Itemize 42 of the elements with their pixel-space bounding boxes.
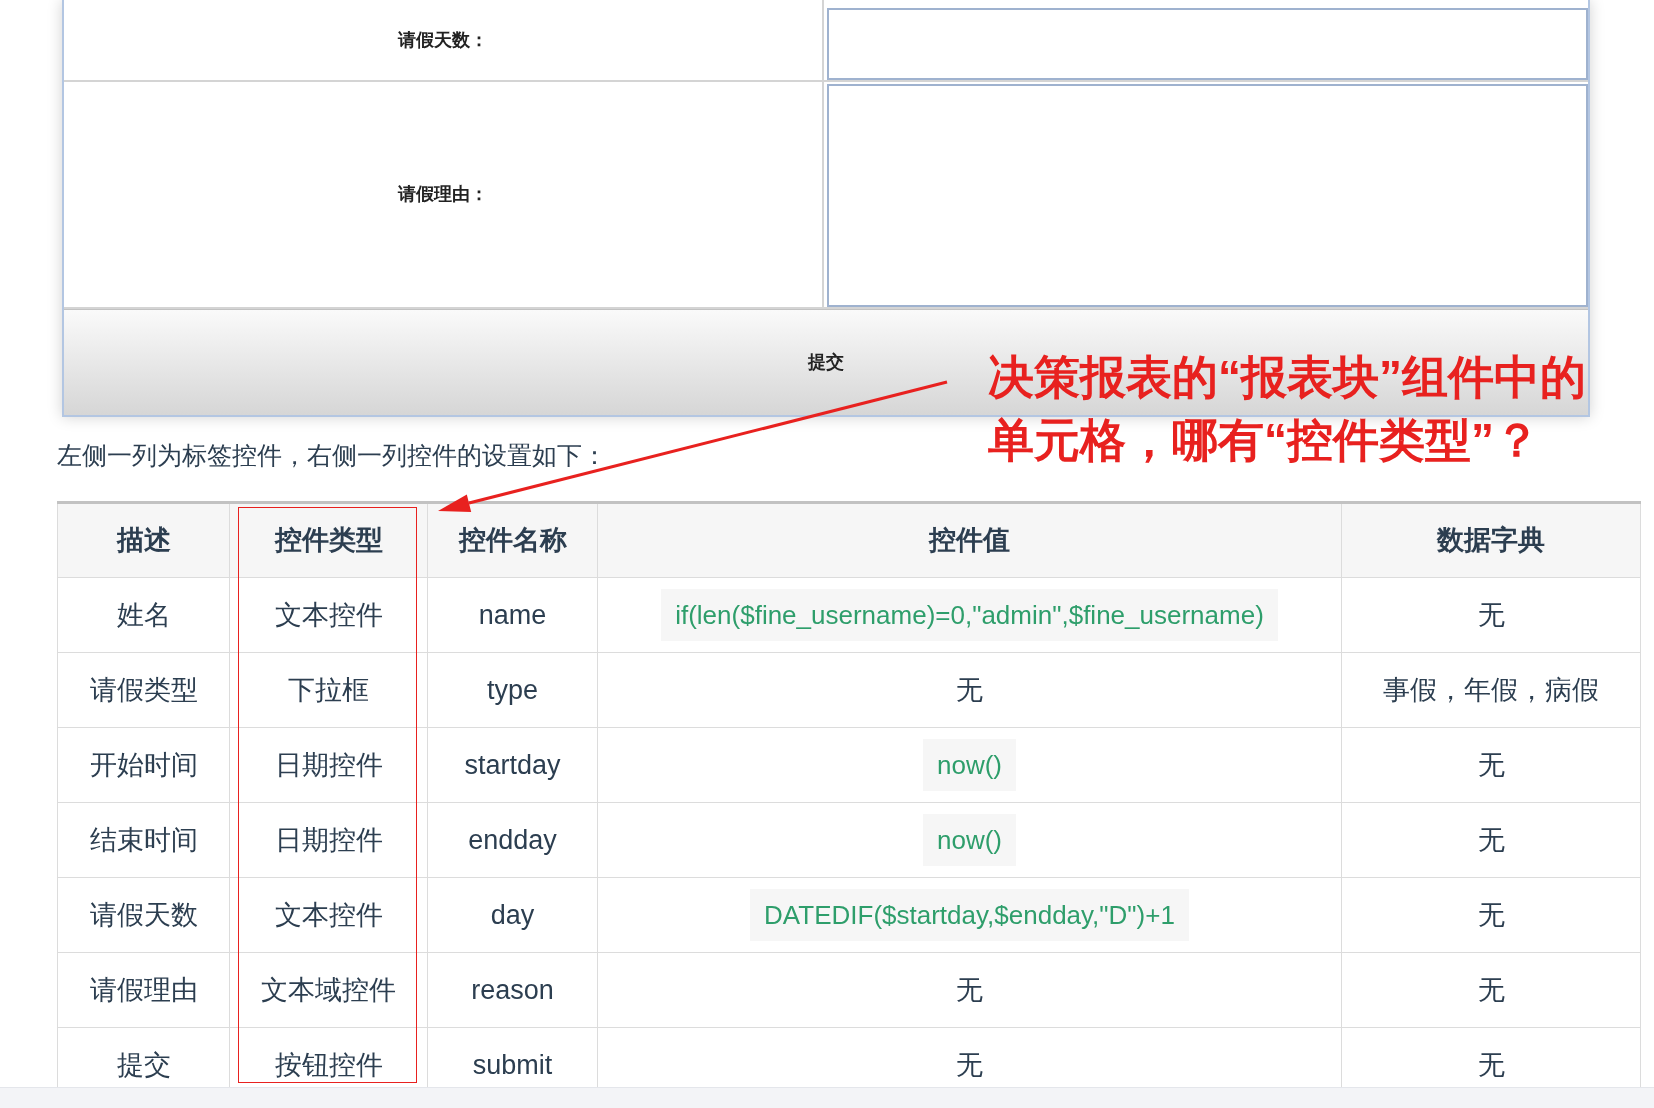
table-cell: 结束时间 (57, 802, 230, 878)
table-cell: 请假理由 (57, 952, 230, 1028)
table-cell: day (427, 877, 598, 953)
code-snippet: if(len($fine_username)=0,"admin",$fine_username) (661, 589, 1278, 641)
annotation-text: 决策报表的“报表块”组件中的 单元格，哪有“控件类型”？ (988, 350, 1586, 468)
code-snippet: now() (923, 739, 1016, 791)
submit-button[interactable]: 提交 (778, 336, 874, 388)
column-header: 控件值 (597, 502, 1342, 578)
table-cell: 下拉框 (229, 652, 428, 728)
table-cell: 事假，年假，病假 (1341, 652, 1641, 728)
table-cell: 请假天数 (57, 877, 230, 953)
field-label: 请假理由： (398, 183, 488, 206)
code-snippet: now() (923, 814, 1016, 866)
table-cell: 无 (1341, 952, 1641, 1028)
table-cell: 请假类型 (57, 652, 230, 728)
table-cell: 开始时间 (57, 727, 230, 803)
column-header: 控件类型 (229, 502, 428, 578)
textarea-field[interactable] (827, 84, 1588, 307)
table-cell: 日期控件 (229, 802, 428, 878)
code-snippet: DATEDIF($startday,$endday,"D")+1 (750, 889, 1189, 941)
input-field[interactable] (827, 8, 1588, 80)
table-cell: type (427, 652, 598, 728)
column-header: 数据字典 (1341, 502, 1641, 578)
table-cell: 无 (1341, 877, 1641, 953)
table-cell: 姓名 (57, 577, 230, 653)
table-cell: reason (427, 952, 598, 1028)
table-cell: 无 (1341, 577, 1641, 653)
table-cell: 无 (597, 652, 1342, 728)
table-cell: 文本控件 (229, 577, 428, 653)
table-cell: 文本控件 (229, 877, 428, 953)
table-cell: startday (427, 727, 598, 803)
table-cell: 无 (1341, 802, 1641, 878)
table-cell: 日期控件 (229, 727, 428, 803)
field-label: 请假天数： (398, 28, 488, 52)
table-cell: 无 (597, 952, 1342, 1028)
intro-paragraph: 左侧一列为标签控件，右侧一列控件的设置如下： (57, 440, 607, 471)
table-cell: name (427, 577, 598, 653)
column-header: 控件名称 (427, 502, 598, 578)
table-cell: endday (427, 802, 598, 878)
column-header: 描述 (57, 502, 230, 578)
table-cell: 文本域控件 (229, 952, 428, 1028)
table-cell: 无 (1341, 727, 1641, 803)
